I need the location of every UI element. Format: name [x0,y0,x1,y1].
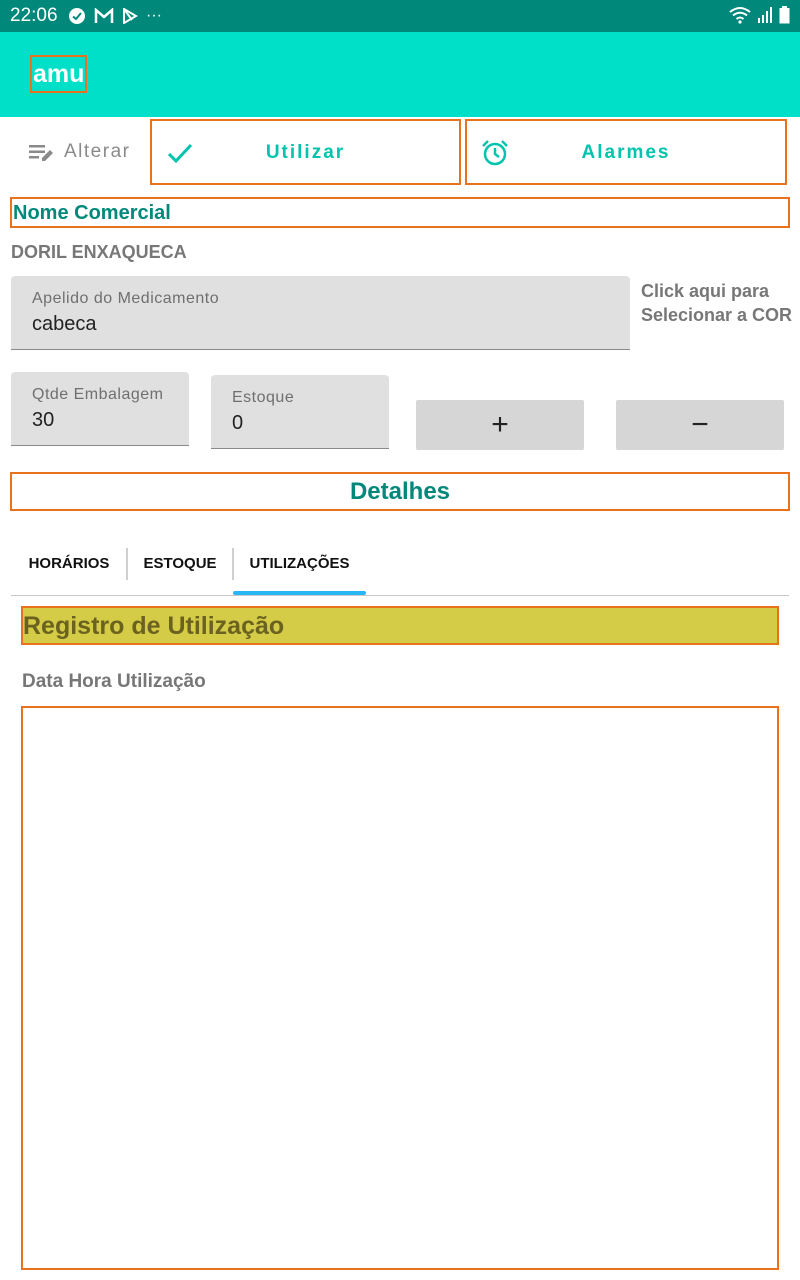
signal-icon [758,7,772,23]
tab-bar: HORÁRIOS ESTOQUE UTILIZAÇÕES [11,540,789,596]
increment-button[interactable]: + [416,400,584,450]
alarmes-button[interactable]: Alarmes [465,119,787,185]
estoque-label: Estoque [232,389,295,406]
apelido-label: Apelido do Medicamento [32,290,220,307]
alarmes-label: Alarmes [581,142,671,163]
tab-utilizacoes[interactable]: UTILIZAÇÕES [233,540,366,595]
app-bar: amu [0,32,800,117]
detalhes-heading: Detalhes [10,472,790,511]
utilizar-label: Utilizar [265,142,346,163]
estoque-value: 0 [232,412,244,434]
usage-log-list[interactable] [21,706,779,1270]
wifi-icon [729,7,751,24]
nome-comercial-value: DORIL ENXAQUECA [11,242,187,262]
utilizar-button[interactable]: Utilizar [150,119,461,185]
alterar-label: Alterar [64,141,131,162]
play-store-icon [123,8,138,24]
cor-hint-line2: Selecionar a COR [641,305,793,325]
tab-selected-indicator [233,591,366,595]
status-bar: 22:06 ··· [0,0,800,32]
battery-icon [779,6,790,24]
decrement-button[interactable]: − [616,400,784,450]
gmail-icon [94,8,114,23]
qtde-value: 30 [32,409,55,431]
edit-note-icon [29,145,53,161]
data-hora-label: Data Hora Utilização [22,671,206,692]
system-icons [729,6,790,24]
tab-horarios[interactable]: HORÁRIOS [11,540,127,595]
registro-heading: Registro de Utilização [21,606,779,645]
qtde-label: Qtde Embalagem [32,386,164,403]
apelido-field[interactable]: Apelido do Medicamento cabeca [11,276,630,350]
tab-estoque[interactable]: ESTOQUE [127,540,233,595]
notification-icons: ··· [68,6,162,26]
nome-comercial-label: Nome Comercial [10,197,790,228]
cor-hint-line1: Click aqui para [641,281,770,301]
check-circle-icon [69,8,85,24]
app-title: amu [30,55,88,93]
status-time: 22:06 [10,5,58,26]
apelido-value: cabeca [32,313,97,335]
more-dots-icon: ··· [146,7,162,24]
qtde-embalagem-field[interactable]: Qtde Embalagem 30 [11,372,189,446]
select-color-link[interactable]: Click aqui para Selecionar a COR [641,279,792,327]
estoque-field[interactable]: Estoque 0 [211,375,389,449]
alterar-button[interactable]: Alterar [28,140,130,164]
